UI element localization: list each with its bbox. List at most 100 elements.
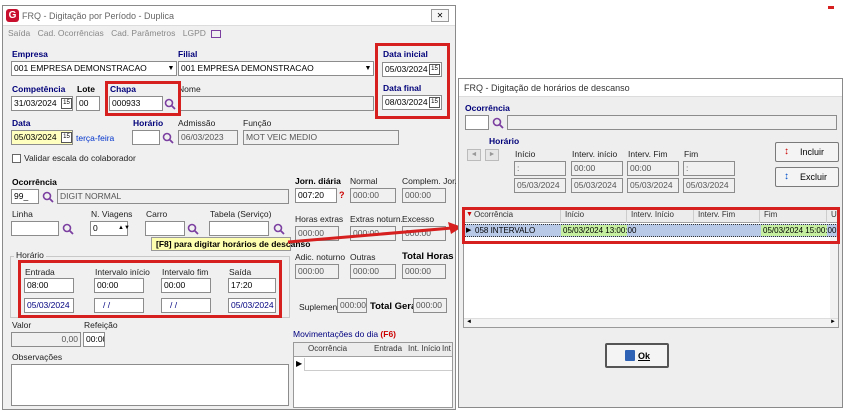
carro-search-icon[interactable]	[187, 223, 199, 235]
chapa-search-icon[interactable]	[164, 98, 176, 110]
filial-select[interactable]: 001 EMPRESA DEMONSTRACAO	[178, 61, 374, 76]
desc-inicio-time[interactable]: :	[514, 161, 566, 176]
validar-escala-checkbox[interactable]	[12, 154, 21, 163]
saida-time-field[interactable]: 17:20	[228, 278, 276, 293]
horario-search-icon[interactable]	[162, 132, 174, 144]
entrada-date-field[interactable]: 05/03/2024	[24, 298, 74, 313]
ocorrencia-desc-field: DIGIT NORMAL	[57, 189, 289, 204]
menu-saida[interactable]: Saída	[8, 28, 30, 38]
int-fim-date-field[interactable]: / /	[161, 298, 211, 313]
sort-arrow-icon: ▼	[466, 211, 473, 218]
int-inicio-label: Intervalo início	[95, 267, 150, 277]
nav-next-icon[interactable]: ►	[485, 149, 499, 161]
adic-noturno-field: 000:00	[295, 264, 339, 279]
horario-field[interactable]	[132, 130, 160, 145]
observacoes-textarea[interactable]	[11, 364, 289, 406]
linha-field[interactable]	[11, 221, 59, 236]
excluir-button[interactable]: ↕ Excluir	[775, 167, 839, 187]
row-ocorrencia: 058 INTERVALO	[475, 226, 536, 235]
mov-empty-row[interactable]	[304, 358, 452, 371]
linha-label: Linha	[12, 209, 33, 219]
empresa-dropdown-icon[interactable]: ▼	[166, 62, 176, 75]
total-geral-field: 000:00	[413, 298, 447, 313]
scroll-left-icon[interactable]: ◄	[466, 319, 472, 325]
filial-dropdown-icon[interactable]: ▼	[363, 62, 373, 75]
refeicao-label: Refeição	[84, 320, 118, 330]
filial-label: Filial	[178, 49, 198, 59]
movimentacoes-label: Movimentações do dia	[293, 329, 379, 339]
linha-search-icon[interactable]	[62, 223, 74, 235]
ok-icon	[625, 350, 635, 361]
desc-int-fim-date[interactable]: 05/03/2024	[627, 178, 679, 193]
grid-col-int-inicio: Interv. Início	[631, 210, 674, 219]
carro-label: Carro	[146, 209, 168, 219]
jorn-diaria-field: 007:20	[295, 188, 337, 203]
desc-inicio-date[interactable]: 05/03/2024	[514, 178, 566, 193]
competencia-calendar-icon[interactable]: 15	[61, 98, 72, 109]
int-inicio-date-field[interactable]: / /	[94, 298, 144, 313]
total-horas-field: 000:00	[402, 264, 446, 279]
observacoes-label: Observações	[12, 352, 63, 362]
desc-fim-label: Fim	[684, 149, 699, 159]
n-viagens-spinner-icon[interactable]: ▲▼	[118, 222, 130, 235]
row-pointer-icon: ▶	[466, 227, 472, 234]
main-titlebar: G FRQ - Digitação por Período - Duplica …	[3, 6, 455, 26]
normal-field: 000:00	[350, 188, 396, 203]
int-fim-time-field[interactable]: 00:00	[161, 278, 211, 293]
entrada-time-field[interactable]: 08:00	[24, 278, 74, 293]
ok-button[interactable]: Ok	[605, 343, 669, 368]
incluir-button[interactable]: ↕ Incluir	[775, 142, 839, 162]
data-calendar-icon[interactable]: 15	[61, 132, 72, 143]
weekday-label: terça-feira	[76, 133, 115, 143]
scroll-right-icon[interactable]: ►	[830, 319, 836, 325]
desc-int-inicio-date[interactable]: 05/03/2024	[571, 178, 623, 193]
admissao-label: Admissão	[178, 118, 216, 128]
movimentacoes-grid[interactable]: Ocorrência Entrada Int. Início Int ▶	[293, 342, 453, 408]
descanso-ocorrencia-search-icon[interactable]	[492, 117, 504, 129]
ocorrencia-search-icon[interactable]	[42, 191, 54, 203]
saida-date-field[interactable]: 05/03/2024	[228, 298, 276, 313]
data-inicial-calendar-icon[interactable]: 15	[429, 64, 440, 75]
descanso-ocorrencia-code[interactable]	[465, 115, 489, 130]
desc-fim-date[interactable]: 05/03/2024	[683, 178, 735, 193]
incluir-icon: ↕	[784, 146, 789, 157]
close-button[interactable]: ✕	[431, 9, 449, 22]
grid-col-u: U	[831, 210, 837, 219]
grid-vertical-scrollbar[interactable]	[830, 237, 838, 319]
desc-int-inicio-time[interactable]: 00:00	[571, 161, 623, 176]
carro-field[interactable]	[145, 221, 185, 236]
menu-cad-parametros[interactable]: Cad. Parâmetros	[111, 28, 175, 38]
grid-sep	[693, 209, 694, 223]
desc-int-fim-label: Interv. Fim	[628, 149, 668, 159]
desc-int-fim-time[interactable]: 00:00	[627, 161, 679, 176]
complem-label: Complem. Jor.	[402, 176, 457, 186]
jorn-help-icon[interactable]: ?	[339, 190, 345, 200]
horario-label: Horário	[133, 118, 164, 128]
chapa-label: Chapa	[110, 84, 136, 94]
total-geral-label: Total Geral	[370, 301, 419, 312]
funcao-field: MOT VEIC MEDIO	[243, 130, 399, 145]
grid-horizontal-scrollbar[interactable]: ◄ ►	[464, 318, 838, 327]
int-inicio-time-field[interactable]: 00:00	[94, 278, 144, 293]
empresa-select[interactable]: 001 EMPRESA DEMONSTRACAO	[11, 61, 177, 76]
descanso-grid-header: ▼ Ocorrência Início Interv. Início Inter…	[464, 209, 838, 223]
data-final-calendar-icon[interactable]: 15	[429, 97, 440, 108]
refeicao-field[interactable]: 00:00	[83, 332, 105, 347]
n-viagens-label: N. Viagens	[91, 209, 133, 219]
menu-lgpd[interactable]: LGPD	[183, 28, 206, 38]
jorn-diaria-label: Jorn. diária	[295, 176, 341, 186]
menu-cad-ocorrencias[interactable]: Cad. Ocorrências	[38, 28, 104, 38]
descanso-titlebar: FRQ - Digitação de horários de descanso	[459, 79, 842, 97]
outras-label: Outras	[350, 252, 376, 262]
desc-fim-time[interactable]: :	[683, 161, 735, 176]
lote-field[interactable]: 00	[76, 96, 100, 111]
ocorrencia-code-field[interactable]: 99_	[11, 189, 39, 204]
tabela-field[interactable]	[209, 221, 269, 236]
grid-row[interactable]: ▶ 058 INTERVALO 05/03/2024 13:00:00 05/0…	[464, 224, 838, 237]
adic-noturno-label: Adic. noturno	[295, 252, 346, 262]
lgpd-icon[interactable]	[211, 29, 222, 38]
nav-prev-icon[interactable]: ◄	[467, 149, 481, 161]
descanso-grid[interactable]: ▼ Ocorrência Início Interv. Início Inter…	[463, 208, 839, 328]
main-window: G FRQ - Digitação por Período - Duplica …	[2, 5, 457, 410]
chapa-field[interactable]: 000933	[109, 96, 163, 111]
